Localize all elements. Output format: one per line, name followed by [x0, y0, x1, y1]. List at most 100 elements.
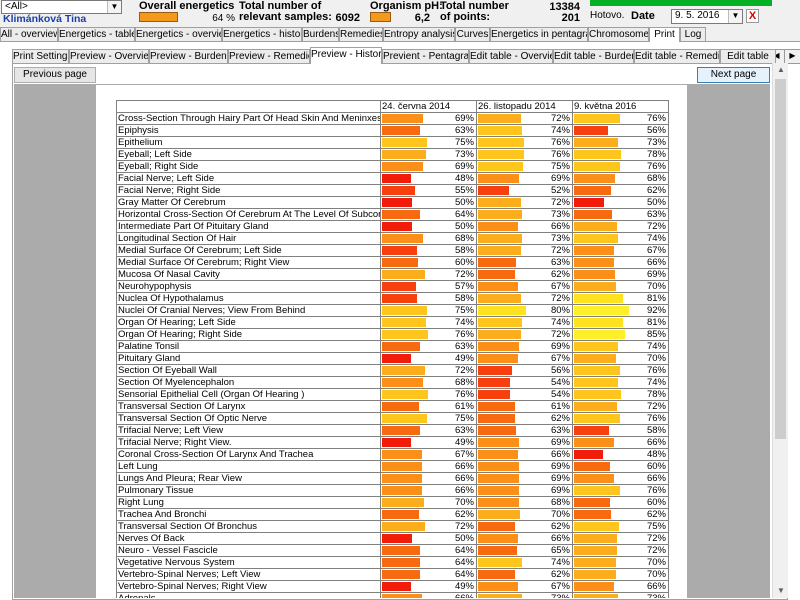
value-cell: 63% — [380, 124, 477, 137]
overall-energetics-value: 64 % — [212, 13, 235, 24]
tab-curves[interactable]: Curves — [455, 27, 490, 41]
value-bar — [478, 414, 515, 423]
value-percent: 70% — [646, 569, 666, 580]
value-cell: 85% — [572, 328, 669, 341]
row-label: Organ Of Hearing; Right Side — [116, 328, 381, 341]
table-row: Intermediate Part Of Pituitary Gland 50% 6… — [116, 220, 669, 233]
tab-preview-overview[interactable]: Preview - Overview — [69, 49, 149, 63]
table-row: Medial Surface Of Cerebrum; Right View 60… — [116, 256, 669, 269]
value-bar — [574, 234, 618, 243]
tab-preview-remedies[interactable]: Preview - Remedies — [228, 49, 310, 63]
table-row: Vertebro-Spinal Nerves; Right View 49% 67%… — [116, 580, 669, 593]
value-cell: 66% — [572, 580, 669, 593]
row-label: Horizontal Cross-Section Of Cerebrum At … — [116, 208, 381, 221]
value-percent: 60% — [646, 461, 666, 472]
value-cell: 66% — [476, 532, 573, 545]
tab-energetics-overview[interactable]: Energetics - overview — [135, 27, 222, 41]
value-bar — [478, 378, 510, 387]
value-cell: 54% — [476, 376, 573, 389]
table-row: Nuclea Of Hypothalamus 58% 72% 81% — [116, 292, 669, 305]
tab-print[interactable]: Print — [649, 27, 680, 42]
tab-previent-pentagram[interactable]: Previent - Pentagram — [382, 49, 469, 63]
tab-energetics-pentagram[interactable]: Energetics in pentagram — [490, 27, 588, 41]
table-row: Organ Of Hearing; Right Side 76% 72% 85% — [116, 328, 669, 341]
table-row: Trifacial Nerve; Left View 63% 63% 58% — [116, 424, 669, 437]
row-label: Pulmonary Tissue — [116, 484, 381, 497]
tab-log[interactable]: Log — [680, 27, 706, 41]
value-percent: 70% — [646, 281, 666, 292]
table-row: Left Lung 66% 69% 60% — [116, 460, 669, 473]
value-bar — [478, 114, 521, 123]
value-bar — [574, 438, 614, 447]
tab-remedies[interactable]: Remedies — [339, 27, 383, 41]
tab-edit-table-remedies[interactable]: Edit table - Remedies — [634, 49, 720, 63]
value-cell: 73% — [476, 592, 573, 598]
value-cell: 76% — [572, 364, 669, 377]
row-label: Section Of Myelencephalon — [116, 376, 381, 389]
value-cell: 58% — [380, 244, 477, 257]
value-cell: 49% — [380, 580, 477, 593]
value-bar — [382, 174, 411, 183]
value-cell: 63% — [476, 256, 573, 269]
value-cell: 72% — [572, 220, 669, 233]
value-percent: 67% — [550, 281, 570, 292]
value-bar — [574, 582, 614, 591]
date-picker[interactable]: 9. 5. 2016 ▼ — [671, 9, 743, 24]
value-bar — [478, 210, 522, 219]
next-page-button[interactable]: Next page — [697, 67, 770, 83]
row-label: Sensorial Epithelial Cell (Organ Of Hear… — [116, 388, 381, 401]
value-cell: 69% — [476, 172, 573, 185]
value-bar — [574, 510, 611, 519]
tab-entropy-analysis[interactable]: Entropy analysis — [383, 27, 455, 41]
row-label: Organ Of Hearing; Left Side — [116, 316, 381, 329]
scroll-thumb[interactable] — [775, 79, 786, 439]
filter-combo[interactable]: <All> ▼ — [1, 0, 122, 14]
chevron-down-icon[interactable]: ▼ — [107, 1, 121, 13]
value-percent: 66% — [550, 221, 570, 232]
table-row: Lungs And Pleura; Rear View 66% 69% 66% — [116, 472, 669, 485]
value-bar — [382, 294, 417, 303]
value-bar — [382, 222, 412, 231]
value-bar — [574, 366, 620, 375]
value-cell: 74% — [380, 316, 477, 329]
value-cell: 72% — [476, 328, 573, 341]
tab-burdens[interactable]: Burdens — [302, 27, 339, 41]
tab-print-settings[interactable]: Print Settings — [12, 49, 69, 63]
scroll-down-icon[interactable]: ▼ — [773, 584, 789, 598]
value-percent: 74% — [550, 557, 570, 568]
scroll-up-icon[interactable]: ▲ — [773, 63, 789, 77]
value-cell: 62% — [476, 568, 573, 581]
chevron-down-icon[interactable]: ▼ — [728, 10, 742, 23]
close-icon[interactable]: X — [746, 9, 759, 23]
samples-value: 6092 — [335, 12, 360, 24]
tab-preview-history[interactable]: Preview - History — [310, 47, 382, 64]
value-cell: 62% — [476, 268, 573, 281]
value-bar — [574, 138, 618, 147]
value-percent: 72% — [646, 533, 666, 544]
progress-fill — [590, 0, 772, 6]
value-cell: 62% — [572, 508, 669, 521]
tab-preview-burdens[interactable]: Preview - Burdens — [149, 49, 228, 63]
previous-page-button[interactable]: Previous page — [14, 67, 96, 83]
tab-edit-table-burdens[interactable]: Edit table - Burdens — [553, 49, 634, 63]
value-cell: 50% — [380, 532, 477, 545]
value-bar — [382, 246, 417, 255]
table-row: Nuclei Of Cranial Nerves; View From Behi… — [116, 304, 669, 317]
vertical-scrollbar[interactable]: ▲ ▼ — [772, 63, 788, 598]
tab-chromosomes[interactable]: Chromosomes — [588, 27, 649, 41]
value-bar — [478, 450, 518, 459]
table-row: Epithelium 75% 76% 73% — [116, 136, 669, 149]
value-bar — [478, 522, 515, 531]
tab-edit-table[interactable]: Edit table — [720, 49, 776, 63]
value-cell: 64% — [380, 556, 477, 569]
row-label: Pituitary Gland — [116, 352, 381, 365]
value-bar — [574, 534, 617, 543]
tab-energetics-history[interactable]: Energetics - history — [222, 27, 302, 41]
value-percent: 55% — [454, 185, 474, 196]
value-percent: 64% — [454, 557, 474, 568]
tab-edit-table-overview[interactable]: Edit table - Overview — [469, 49, 553, 63]
value-percent: 92% — [646, 305, 666, 316]
tab-all-overview[interactable]: All - overview — [0, 27, 58, 41]
tab-energetics-table[interactable]: Energetics - table — [58, 27, 135, 41]
value-percent: 72% — [550, 197, 570, 208]
